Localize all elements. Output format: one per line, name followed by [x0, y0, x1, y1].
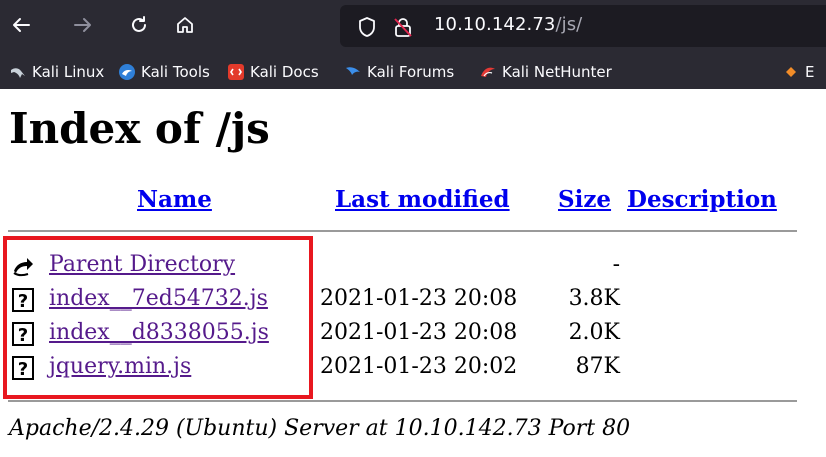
bookmark-label: Kali Docs: [250, 63, 319, 81]
insecure-lock-icon[interactable]: [392, 16, 414, 38]
url-bar[interactable]: 10.10.142.73/js/: [340, 5, 826, 47]
tracking-shield-icon[interactable]: [356, 16, 378, 38]
file-size: 2.0K: [568, 320, 620, 345]
file-size: -: [612, 252, 620, 277]
kali-nethunter-icon: [480, 64, 496, 80]
file-size: 87K: [575, 354, 620, 379]
bookmark-label: E: [805, 63, 815, 81]
bookmark-label: Kali Forums: [367, 63, 455, 81]
url-text[interactable]: 10.10.142.73/js/: [434, 14, 582, 35]
bookmark-kali-tools[interactable]: Kali Tools: [119, 63, 210, 81]
bookmark-label: Kali NetHunter: [502, 63, 612, 81]
bookmark-label: Kali Linux: [32, 63, 105, 81]
kali-forums-icon: [345, 64, 361, 80]
column-header-description[interactable]: Description: [627, 186, 777, 213]
exploit-db-icon: [783, 64, 799, 80]
url-path: /js/: [555, 14, 583, 35]
header-divider: [8, 230, 797, 232]
kali-tools-icon: [119, 64, 135, 80]
footer-divider: [8, 400, 797, 402]
column-header-size[interactable]: Size: [558, 186, 611, 213]
server-signature: Apache/2.4.29 (Ubuntu) Server at 10.10.1…: [9, 416, 631, 441]
kali-dragon-icon: [10, 64, 26, 80]
url-host: 10.10.142.73: [434, 14, 556, 35]
file-date: 2021-01-23 20:02: [320, 354, 518, 379]
file-date: 2021-01-23 20:08: [320, 286, 518, 311]
page-title: Index of /js: [9, 104, 270, 153]
column-header-name[interactable]: Name: [137, 186, 212, 213]
bookmark-exploit-db[interactable]: E: [783, 63, 814, 81]
bookmark-kali-nethunter[interactable]: Kali NetHunter: [480, 63, 612, 81]
browser-toolbar: 10.10.142.73/js/: [0, 0, 826, 57]
bookmark-kali-linux[interactable]: Kali Linux: [10, 63, 104, 81]
highlight-box: [3, 236, 313, 399]
kali-docs-icon: [228, 64, 244, 80]
bookmark-kali-forums[interactable]: Kali Forums: [345, 63, 454, 81]
file-date: 2021-01-23 20:08: [320, 320, 518, 345]
home-icon[interactable]: [170, 10, 200, 40]
forward-arrow-icon[interactable]: [68, 10, 98, 40]
reload-icon[interactable]: [124, 10, 154, 40]
bookmark-kali-docs[interactable]: Kali Docs: [228, 63, 319, 81]
back-arrow-icon[interactable]: [6, 10, 36, 40]
column-header-last-modified[interactable]: Last modified: [335, 186, 510, 213]
bookmark-label: Kali Tools: [141, 63, 210, 81]
file-size: 3.8K: [568, 286, 620, 311]
bookmarks-toolbar: Kali Linux Kali Tools Kali Docs Kali For…: [0, 57, 826, 89]
